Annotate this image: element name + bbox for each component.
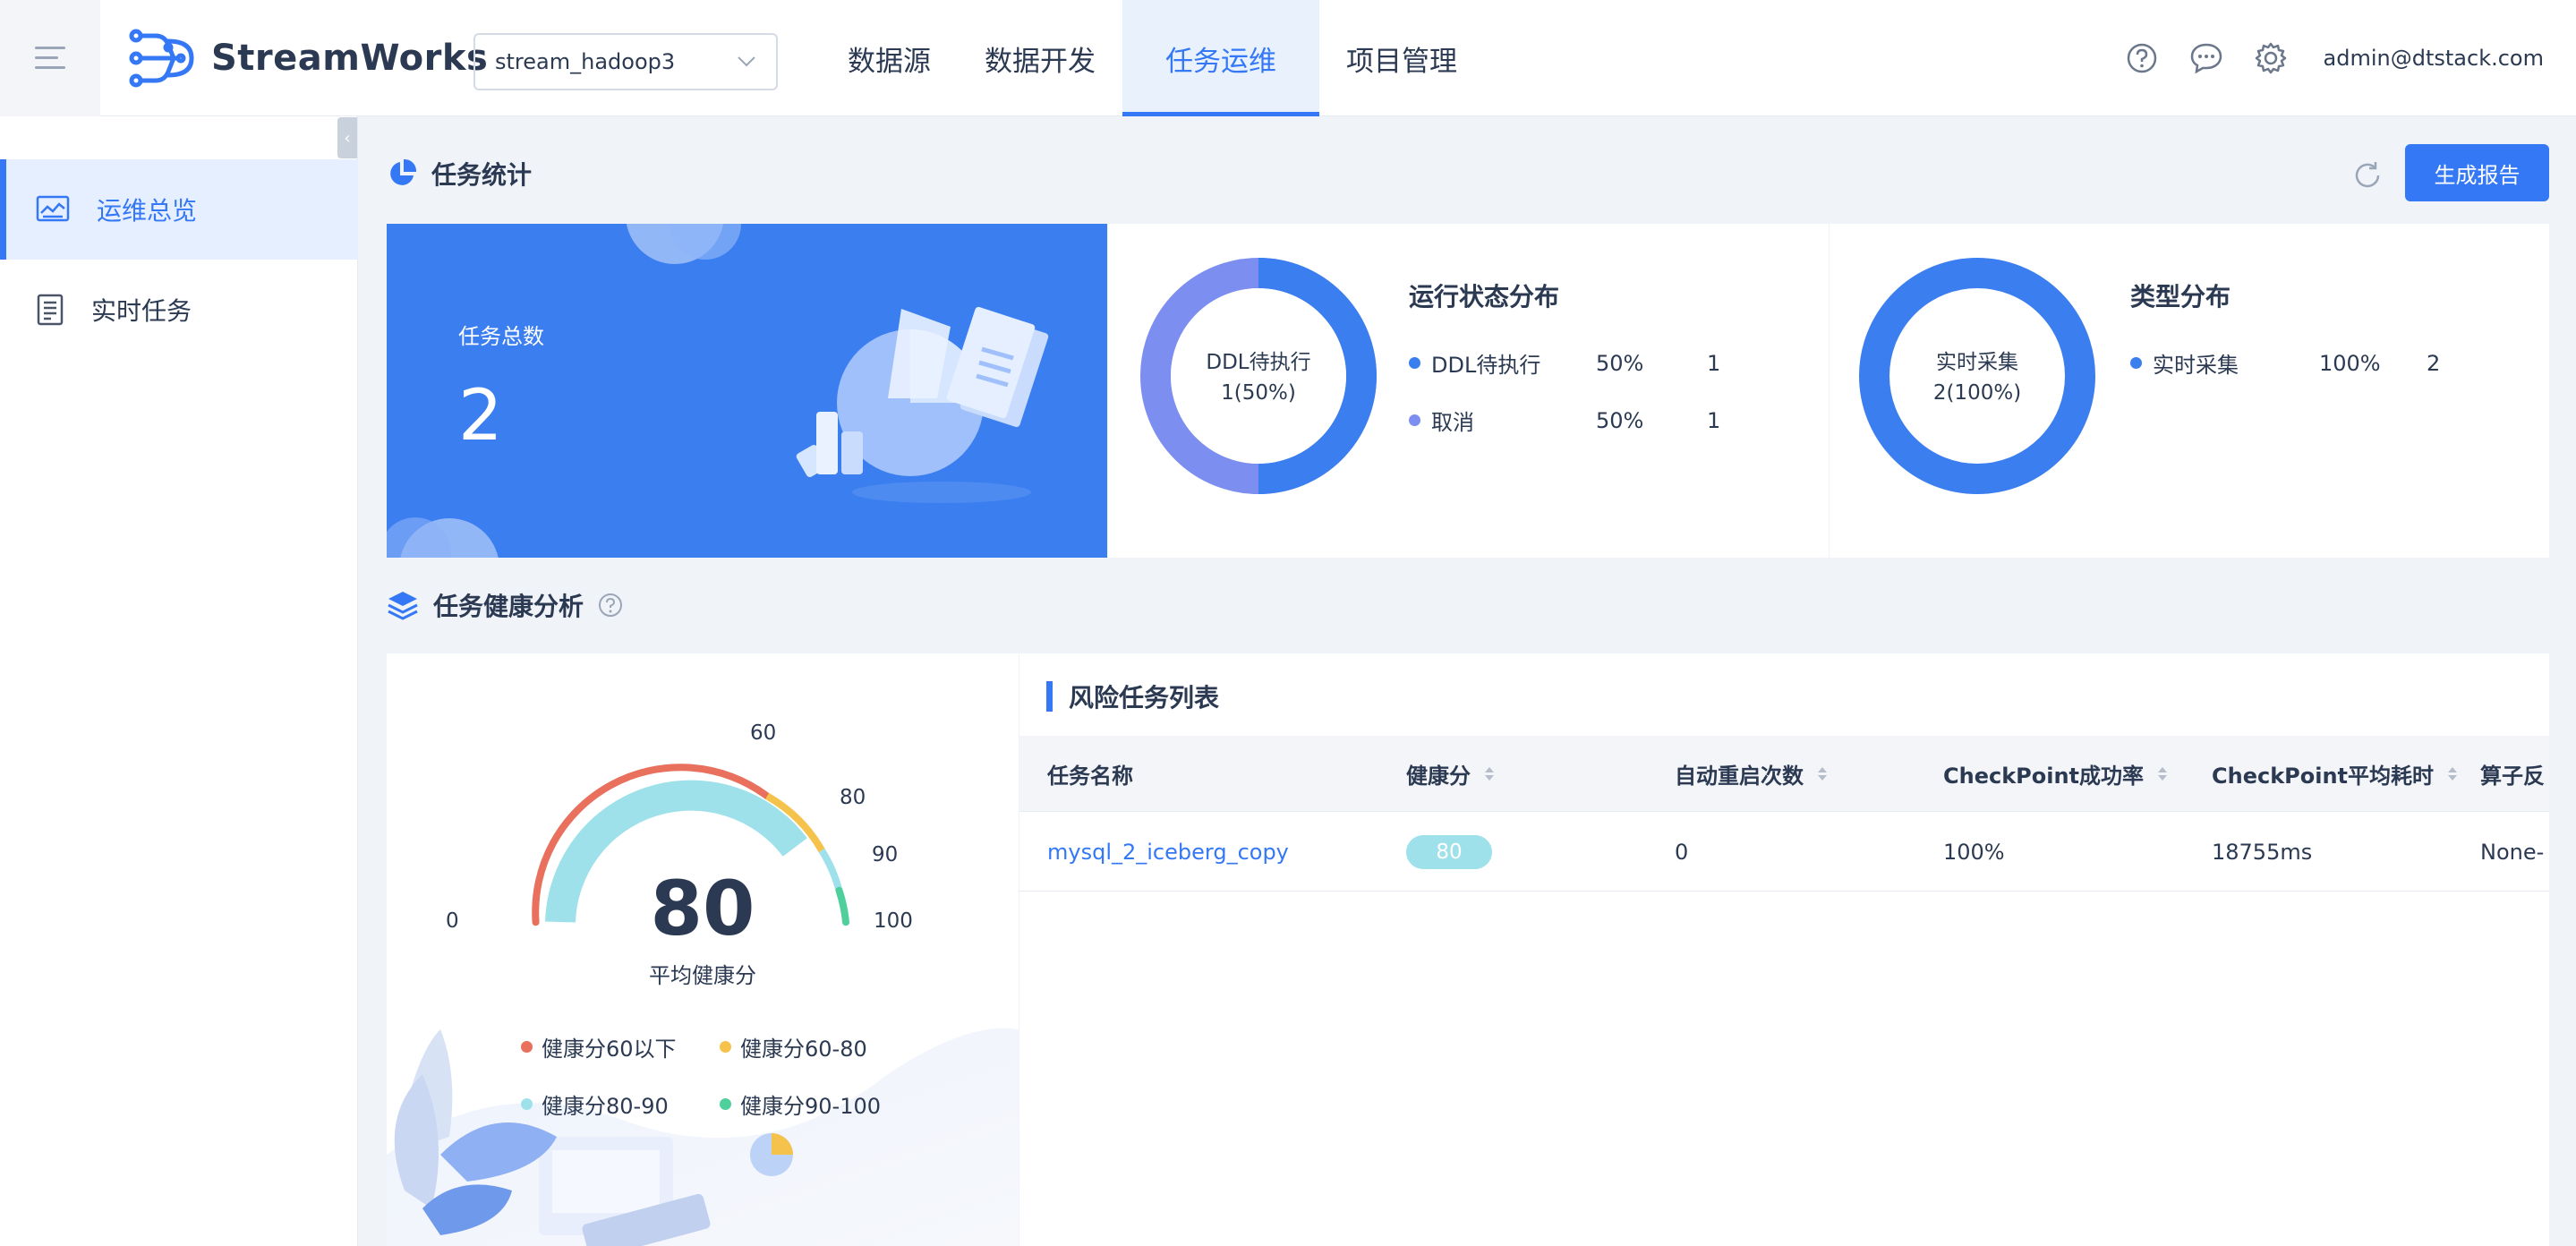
- type-center-label: 实时采集: [1936, 351, 2018, 374]
- gauge-legend-item: 健康分60以下: [521, 1031, 677, 1063]
- gauge-legend-item: 健康分80-90: [521, 1088, 669, 1120]
- gauge-label: 平均健康分: [649, 963, 756, 988]
- sidebar-item-label: 实时任务: [91, 296, 192, 326]
- app-logo[interactable]: StreamWorks: [129, 27, 488, 90]
- stats-title-text: 任务统计: [431, 160, 533, 190]
- pie-chart-icon: [390, 158, 417, 185]
- total-tasks-card: 任务总数 2: [387, 224, 1107, 558]
- sort-icon[interactable]: [2448, 767, 2458, 781]
- project-select[interactable]: stream_hadoop3: [473, 33, 778, 90]
- document-icon: [37, 294, 64, 326]
- top-header: StreamWorks stream_hadoop3 数据源 数据开发 任务运维…: [0, 0, 2576, 116]
- status-donut-chart: DDL待执行 1(50%): [1140, 258, 1377, 494]
- risk-task-list-card: 风险任务列表 任务名称 健康分 自动重启次数 CheckPoint成功率 Che…: [1019, 653, 2549, 1246]
- column-header-operator: 算子反: [2480, 764, 2545, 789]
- stats-section-title: 任务统计: [387, 156, 532, 192]
- type-card-title: 类型分布: [2130, 282, 2231, 312]
- sort-icon[interactable]: [1818, 767, 1827, 781]
- header-actions: admin@dtstack.com: [2125, 0, 2544, 116]
- health-title-text: 任务健康分析: [433, 592, 584, 621]
- column-header-task-name: 任务名称: [1047, 764, 1133, 789]
- user-email[interactable]: admin@dtstack.com: [2324, 46, 2544, 71]
- legend-dot: [1409, 414, 1420, 426]
- sidebar-item-label: 运维总览: [97, 196, 198, 226]
- status-legend-item: DDL待执行 50% 1: [1409, 347, 1720, 379]
- gauge-value: 80: [650, 865, 755, 952]
- sort-icon[interactable]: [1485, 767, 1494, 781]
- operator-cell: None-: [2480, 840, 2545, 865]
- layers-icon: [388, 592, 418, 620]
- nav-dev[interactable]: 数据开发: [958, 0, 1122, 116]
- help-circle-icon[interactable]: [598, 593, 623, 618]
- column-header-health-score[interactable]: 健康分: [1406, 736, 1494, 812]
- sidebar-item-realtime-tasks[interactable]: 实时任务: [0, 260, 358, 360]
- column-header-restart-count[interactable]: 自动重启次数: [1675, 736, 1827, 812]
- status-card-title: 运行状态分布: [1409, 282, 1560, 312]
- dashboard-icon: [36, 195, 70, 222]
- table-row[interactable]: mysql_2_iceberg_copy 80 0 100% 18755ms N…: [1019, 813, 2549, 892]
- nav-ops[interactable]: 任务运维: [1122, 0, 1319, 116]
- type-donut-chart: 实时采集 2(100%): [1859, 258, 2095, 494]
- sidebar: 运维总览 实时任务: [0, 116, 358, 1246]
- sort-icon[interactable]: [2158, 767, 2168, 781]
- status-center-label: DDL待执行: [1206, 351, 1310, 374]
- chevron-down-icon: [738, 56, 755, 67]
- gauge-legend-item: 健康分90-100: [720, 1088, 881, 1120]
- health-score-cell: 80: [1406, 813, 1492, 892]
- gauge-tick-label: 90: [872, 843, 899, 866]
- checkpoint-avg-cell: 18755ms: [2212, 840, 2313, 865]
- risk-table-header: 任务名称 健康分 自动重启次数 CheckPoint成功率 CheckPoint…: [1019, 736, 2549, 812]
- checkpoint-success-cell: 100%: [1943, 840, 2005, 865]
- main-nav: 数据源 数据开发 任务运维 项目管理: [821, 0, 1484, 116]
- health-score-badge: 80: [1406, 835, 1492, 869]
- column-header-checkpoint-avg[interactable]: CheckPoint平均耗时: [2212, 736, 2458, 812]
- status-distribution-card: DDL待执行 1(50%) 运行状态分布 DDL待执行 50% 1 取消 50%…: [1108, 224, 1829, 558]
- column-header-checkpoint-success[interactable]: CheckPoint成功率: [1943, 736, 2168, 812]
- health-section-title: 任务健康分析: [387, 587, 623, 623]
- app-name: StreamWorks: [211, 38, 489, 79]
- task-name-link[interactable]: mysql_2_iceberg_copy: [1047, 813, 1289, 892]
- sidebar-collapse-button[interactable]: ‹: [337, 117, 357, 158]
- sidebar-item-overview[interactable]: 运维总览: [0, 159, 358, 260]
- menu-toggle-button[interactable]: [0, 0, 100, 116]
- status-center-value: 1(50%): [1221, 381, 1296, 405]
- legend-dot: [2130, 357, 2142, 369]
- hamburger-icon: [35, 47, 65, 70]
- refresh-icon[interactable]: [2350, 158, 2385, 193]
- type-legend-item: 实时采集 100% 2: [2130, 347, 2440, 379]
- legend-dot: [1409, 357, 1420, 369]
- streamworks-logo-icon: [129, 29, 194, 88]
- status-legend-item: 取消 50% 1: [1409, 405, 1720, 436]
- help-icon[interactable]: [2125, 41, 2159, 75]
- type-distribution-card: 实时采集 2(100%) 类型分布 实时采集 100% 2: [1830, 224, 2549, 558]
- health-gauge-card: 0 60 80 90 100 80 平均健康分 健康分60以下 健康分60-80…: [387, 653, 1019, 1246]
- title-accent-bar: [1046, 681, 1053, 712]
- generate-report-button[interactable]: 生成报告: [2405, 144, 2549, 201]
- type-center-value: 2(100%): [1933, 381, 2021, 405]
- settings-gear-icon[interactable]: [2254, 41, 2288, 75]
- message-icon[interactable]: [2189, 41, 2223, 75]
- nav-datasource[interactable]: 数据源: [821, 0, 958, 116]
- total-tasks-label: 任务总数: [458, 324, 544, 349]
- gauge-tick-label: 80: [840, 786, 866, 809]
- risk-list-title: 风险任务列表: [1046, 678, 1219, 714]
- restart-count-cell: 0: [1675, 840, 1689, 865]
- project-select-value: stream_hadoop3: [495, 49, 676, 74]
- total-tasks-value: 2: [458, 376, 503, 457]
- gauge-tick-label: 60: [750, 721, 777, 745]
- gauge-legend-item: 健康分60-80: [720, 1031, 867, 1063]
- nav-project[interactable]: 项目管理: [1319, 0, 1484, 116]
